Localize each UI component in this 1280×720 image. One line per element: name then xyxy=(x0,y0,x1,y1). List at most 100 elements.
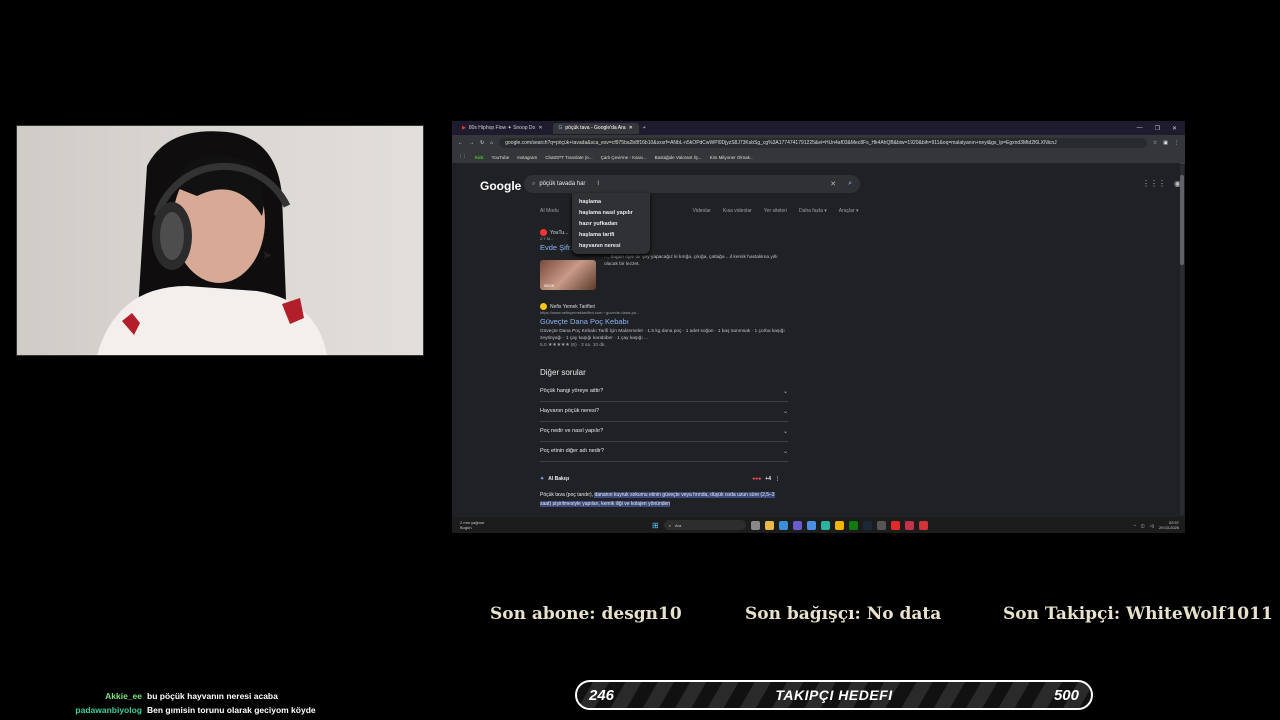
mouse-cursor-icon: ➤ xyxy=(262,248,273,262)
filter-more[interactable]: Daha fazla ▾ xyxy=(799,208,827,214)
faq-item[interactable]: Poç nedir ve nasıl yapılır? ⌄ xyxy=(540,421,788,442)
suggestion-item[interactable]: haşlama nasıl yapılır xyxy=(572,207,650,218)
apps-icon[interactable]: ⋮⋮ xyxy=(458,154,467,160)
tab-google-search[interactable]: G pöçük tava - Google'da Ara ✕ xyxy=(552,122,639,134)
source-avatars-icon: ●●● xyxy=(752,476,762,482)
task-view-icon[interactable] xyxy=(750,520,760,530)
faq-question: Hayvanın pöçük neresi? xyxy=(540,408,600,414)
suggestion-item[interactable]: hazır yufkadan xyxy=(572,218,650,229)
goal-target: 500 xyxy=(1053,686,1079,704)
more-icon[interactable]: ⋮ xyxy=(775,476,780,482)
taskbar-search[interactable]: ⌕ Ara xyxy=(663,520,746,530)
account-area: ⋮⋮⋮ ◉ xyxy=(1142,179,1181,188)
menu-icon[interactable]: ⋮ xyxy=(1174,140,1179,146)
start-icon[interactable]: ⊞ xyxy=(652,521,659,530)
chevron-up-icon[interactable]: ^ xyxy=(1134,523,1136,528)
reload-icon[interactable]: ↻ xyxy=(480,140,484,146)
google-logo[interactable]: Google xyxy=(480,179,521,193)
bookmark-kick[interactable]: Kick xyxy=(475,155,484,160)
app-icon[interactable] xyxy=(806,520,816,530)
new-tab-button[interactable]: + xyxy=(643,125,646,131)
url-field[interactable]: google.com/search?q=pöçük+tavada&sca_esv… xyxy=(499,138,1147,148)
maximize-icon[interactable]: ❐ xyxy=(1155,125,1160,132)
filter-ai-mode[interactable]: AI Modu xyxy=(540,208,559,214)
minimize-icon[interactable]: — xyxy=(1137,125,1143,132)
app-icon[interactable] xyxy=(792,520,802,530)
chat-message: padawanbiyolog Ben gımisin torunu olarak… xyxy=(0,703,315,717)
search-submit-icon[interactable]: ⌕ xyxy=(848,180,852,188)
back-icon[interactable]: ← xyxy=(458,140,463,146)
chevron-down-icon: ⌄ xyxy=(782,408,788,415)
suggestion-item[interactable]: haşlama xyxy=(572,196,650,207)
close-icon[interactable]: ✕ xyxy=(629,125,633,131)
chrome-icon[interactable] xyxy=(834,520,844,530)
result-site: Nefis Yemek Tarifleri xyxy=(550,303,596,310)
ai-overview-label: AI Bakışı xyxy=(548,476,570,482)
bookmark-ceviri[interactable]: Çarlı Çevirme - Karaı... xyxy=(601,155,647,160)
filter-short-videos[interactable]: Kısa videolar xyxy=(723,208,752,214)
bookmark-instagram[interactable]: Instagram xyxy=(517,155,537,160)
video-thumbnail[interactable]: 08:05 xyxy=(540,260,596,290)
autocomplete-dropdown: haşlama haşlama nasıl yapılır hazır yufk… xyxy=(572,193,650,254)
filter-tools[interactable]: Araçlar ▾ xyxy=(839,208,859,214)
app-icon[interactable] xyxy=(890,520,900,530)
network-icon[interactable]: ◫ xyxy=(1141,523,1145,528)
last-donor: Son bağışçı: No data xyxy=(745,604,942,624)
extensions-icon[interactable]: ▣ xyxy=(1163,140,1168,146)
follower-goal-bar: 246 TAKIPÇI HEDEFI 500 xyxy=(575,680,1093,710)
app-icon[interactable] xyxy=(918,520,928,530)
app-icon[interactable] xyxy=(778,520,788,530)
volume-icon[interactable]: ◁) xyxy=(1150,523,1154,528)
goal-label: TAKIPÇI HEDEFI xyxy=(775,687,893,703)
suggestion-item[interactable]: haşlama tarifi xyxy=(572,229,650,240)
explorer-icon[interactable] xyxy=(764,520,774,530)
tab-music[interactable]: ▶ 80s Hiphop Flow ✦ Snoop Do ✕ xyxy=(456,123,549,134)
app-icon[interactable] xyxy=(904,520,914,530)
window-controls: — ❐ ✕ xyxy=(1137,125,1185,132)
chat-username: Akkie_ee xyxy=(105,691,142,701)
clear-icon[interactable]: ✕ xyxy=(830,180,836,188)
result-site: YouTu... xyxy=(550,229,569,236)
search-query[interactable]: pöçük tavada har xyxy=(539,181,585,187)
search-box[interactable]: ⌕ pöçük tavada har I ✕ ⌕ xyxy=(524,175,860,193)
bookmark-chatgpt[interactable]: ChatGPT Translate (e... xyxy=(545,155,592,160)
weather-sub: Bugün xyxy=(460,525,472,530)
google-icon: G xyxy=(558,125,563,131)
result-rating: 5.0 ★★★★★ (6) · 3 sa. 10 dk. xyxy=(540,343,606,348)
clock[interactable]: 02:57 29.03.2026 xyxy=(1159,520,1179,530)
faq-item[interactable]: Poç etinin diğer adı nedir? ⌄ xyxy=(540,441,788,462)
system-tray: ^ ◫ ◁) 02:57 29.03.2026 xyxy=(1134,520,1185,530)
filter-places[interactable]: Yer siteleri xyxy=(764,208,787,214)
webcam-feed: ➤ xyxy=(16,125,424,356)
google-results-page: Google ⌕ pöçük tavada har I ✕ ⌕ haşlama … xyxy=(452,163,1181,517)
faq-item[interactable]: Pöçük hangi yöreye aittir? ⌄ xyxy=(540,381,788,402)
apps-grid-icon[interactable]: ⋮⋮⋮ xyxy=(1142,179,1166,188)
page-scrollbar[interactable] xyxy=(1180,165,1184,515)
obs-icon[interactable] xyxy=(876,520,886,530)
suggestion-item[interactable]: hayvanın neresi xyxy=(572,240,650,251)
steam-icon[interactable] xyxy=(862,520,872,530)
filter-videos[interactable]: Videolar xyxy=(693,208,711,214)
bookmark-youtube[interactable]: YouTube xyxy=(492,155,510,160)
tab-label: 80s Hiphop Flow ✦ Snoop Do xyxy=(468,125,536,131)
close-icon[interactable]: ✕ xyxy=(538,125,542,131)
close-window-icon[interactable]: ✕ xyxy=(1172,125,1177,132)
source-count: +4 xyxy=(765,476,771,482)
address-bar-row: ← → ↻ ⌂ google.com/search?q=pöçük+tavada… xyxy=(452,135,1185,151)
bookmark-milyoner[interactable]: Kim Milyoner Olmak... xyxy=(710,155,754,160)
browser-tab-strip: ▶ 80s Hiphop Flow ✦ Snoop Do ✕ G pöçük t… xyxy=(452,121,1185,135)
last-subscriber: Son abone: desgn10 xyxy=(490,604,682,624)
result-snippet: ..., bugün öyle bir şey yapacağız ki kır… xyxy=(604,255,778,267)
edge-icon[interactable] xyxy=(820,520,830,530)
bookmark-valorant[interactable]: Bastağide Valorant İŞ... xyxy=(655,155,702,160)
home-icon[interactable]: ⌂ xyxy=(490,140,493,146)
goal-current: 246 xyxy=(589,686,615,704)
forward-icon[interactable]: → xyxy=(469,140,474,146)
result-title-link[interactable]: Güveçte Dana Poç Kebabı xyxy=(540,317,790,326)
chat-message: Akkie_ee bu pöçük hayvanın neresi acaba xyxy=(0,689,316,703)
star-icon[interactable]: ☆ xyxy=(1153,140,1157,146)
faq-item[interactable]: Hayvanın pöçük neresi? ⌄ xyxy=(540,401,788,422)
search-icon: ⌕ xyxy=(668,522,671,528)
weather-widget[interactable]: 2 mm yağmur Bugün xyxy=(452,520,484,530)
app-icon[interactable] xyxy=(848,520,858,530)
